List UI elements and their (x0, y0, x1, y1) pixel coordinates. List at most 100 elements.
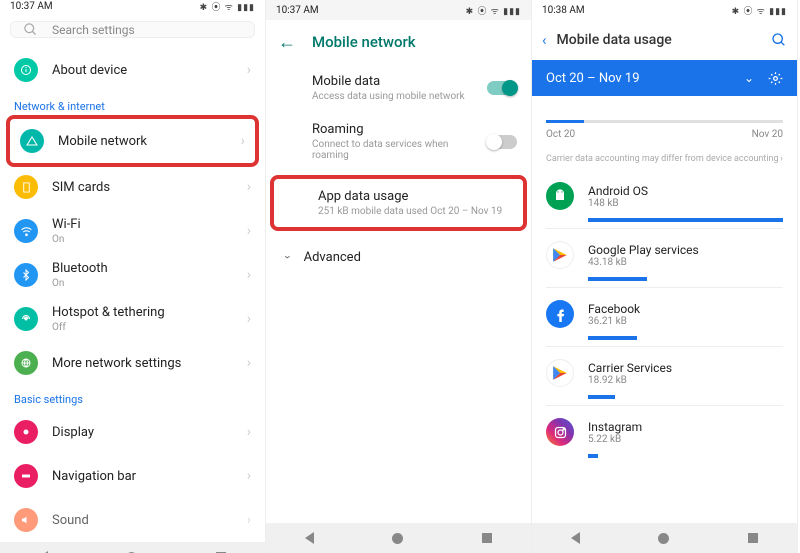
timeline-fill (546, 120, 584, 123)
app-size: 5.22 kB (588, 434, 783, 445)
navigation-bar-icon (14, 464, 38, 488)
app-name: Facebook (588, 302, 783, 316)
chevron-right-icon: › (247, 424, 251, 440)
chevron-right-icon: › (247, 468, 251, 484)
row-sim-cards[interactable]: SIM cards › (0, 165, 265, 209)
more-network-label: More network settings (52, 356, 247, 371)
app-size: 148 kB (588, 198, 783, 209)
carrier-note[interactable]: Carrier data accounting may differ from … (546, 154, 783, 164)
roaming-sub: Connect to data services when roaming (312, 139, 487, 161)
screen-settings: 10:37 AM ✱ ⦿ ᯤ ▮▮▮ Search settings About… (0, 0, 266, 553)
display-label: Display (52, 425, 247, 440)
status-bar: 10:38 AM ✱ ⦿ ᯤ ▮▮▮ (532, 0, 797, 20)
page-title: Mobile network (312, 33, 416, 51)
app-icon (546, 359, 574, 387)
wifi-icon (14, 219, 38, 243)
android-nav-bar (532, 523, 797, 553)
search-icon[interactable] (771, 32, 787, 48)
row-wifi[interactable]: Wi-Fi On › (0, 209, 265, 253)
hotspot-label: Hotspot & tethering (52, 305, 247, 320)
screen-data-usage: 10:38 AM ✱ ⦿ ᯤ ▮▮▮ ‹ Mobile data usage O… (532, 0, 798, 553)
status-time: 10:37 AM (276, 5, 319, 16)
timeline: Oct 20 Nov 20 (546, 120, 783, 140)
more-network-icon (14, 351, 38, 375)
nav-back-icon[interactable] (571, 532, 580, 544)
chevron-right-icon: › (241, 133, 245, 149)
row-mobile-network[interactable]: Mobile network › (14, 125, 251, 157)
app-size: 36.21 kB (588, 316, 783, 327)
app-icon (546, 418, 574, 446)
search-settings[interactable]: Search settings (10, 21, 255, 38)
nav-home-icon[interactable] (392, 533, 403, 544)
row-display[interactable]: Display › (0, 410, 265, 454)
nav-home-icon[interactable] (658, 533, 669, 544)
back-arrow-icon[interactable]: ← (278, 32, 296, 53)
app-bar: ‹ Mobile data usage (532, 20, 797, 60)
status-icons: ✱ ⦿ ᯤ ▮▮▮ (466, 4, 521, 17)
app-data-usage-label: App data usage (318, 189, 513, 204)
mobile-network-icon (20, 129, 44, 153)
nav-back-icon[interactable] (305, 532, 314, 544)
app-usage-row[interactable]: Facebook36.21 kB (532, 292, 797, 332)
timeline-start: Oct 20 (546, 129, 575, 140)
sound-icon (14, 508, 38, 532)
row-about-device[interactable]: About device › (0, 48, 265, 92)
chevron-right-icon: › (247, 223, 251, 239)
mobile-network-label: Mobile network (58, 134, 241, 149)
row-bluetooth[interactable]: BluetoothOn › (0, 253, 265, 297)
chevron-down-icon: › (281, 255, 295, 259)
app-usage-bar (588, 454, 783, 458)
nav-recent-icon[interactable] (482, 533, 492, 543)
status-bar: 10:37 AM ✱ ⦿ ᯤ ▮▮▮ (0, 0, 265, 13)
wifi-label: Wi-Fi (52, 217, 247, 232)
chevron-right-icon: › (247, 179, 251, 195)
divider (546, 405, 783, 406)
highlight-app-data-usage: App data usage 251 kB mobile data used O… (270, 175, 527, 231)
navigation-bar-label: Navigation bar (52, 469, 247, 484)
roaming-toggle[interactable] (487, 135, 517, 149)
app-icon (546, 241, 574, 269)
sound-label: Sound (52, 513, 247, 528)
app-usage-row[interactable]: Google Play services43.18 kB (532, 233, 797, 273)
chevron-right-icon: › (247, 512, 251, 528)
gear-icon[interactable] (768, 71, 783, 86)
mobile-data-toggle[interactable] (487, 81, 517, 95)
app-icon (546, 182, 574, 210)
status-icons: ✱ ⦿ ᯤ ▮▮▮ (200, 0, 255, 13)
row-advanced[interactable]: › Advanced (266, 235, 531, 279)
app-usage-row[interactable]: Instagram5.22 kB (532, 410, 797, 450)
row-more-network[interactable]: More network settings › (0, 341, 265, 385)
status-bar: 10:37 AM ✱ ⦿ ᯤ ▮▮▮ (266, 0, 531, 20)
app-icon (546, 300, 574, 328)
android-nav-bar (266, 523, 531, 553)
app-usage-row[interactable]: Android OS148 kB (532, 174, 797, 214)
row-sound[interactable]: Sound › (0, 498, 265, 542)
row-roaming[interactable]: Roaming Connect to data services when ro… (266, 112, 531, 171)
display-icon (14, 420, 38, 444)
row-hotspot[interactable]: Hotspot & tetheringOff › (0, 297, 265, 341)
nav-recent-icon[interactable] (748, 533, 758, 543)
sim-cards-label: SIM cards (52, 180, 247, 195)
sim-cards-icon (14, 175, 38, 199)
divider (546, 287, 783, 288)
app-usage-bar (588, 218, 783, 222)
back-chevron-icon[interactable]: ‹ (542, 31, 547, 49)
about-device-label: About device (52, 63, 247, 78)
app-name: Instagram (588, 420, 783, 434)
app-usage-row[interactable]: Carrier Services18.92 kB (532, 351, 797, 391)
status-icons: ✱ ⦿ ᯤ ▮▮▮ (732, 4, 787, 17)
row-app-data-usage[interactable]: App data usage 251 kB mobile data used O… (278, 185, 519, 221)
chevron-down-icon: ⌄ (744, 71, 754, 85)
wifi-sub: On (52, 234, 247, 245)
app-name: Google Play services (588, 243, 783, 257)
carrier-note-text: Carrier data accounting may differ from … (546, 154, 779, 164)
chevron-right-icon: › (780, 154, 783, 164)
app-size: 43.18 kB (588, 257, 783, 268)
search-icon (23, 22, 38, 37)
mobile-data-label: Mobile data (312, 74, 487, 89)
row-mobile-data[interactable]: Mobile data Access data using mobile net… (266, 64, 531, 112)
status-time: 10:38 AM (542, 5, 585, 16)
row-navigation-bar[interactable]: Navigation bar › (0, 454, 265, 498)
hotspot-sub: Off (52, 322, 247, 333)
date-range-selector[interactable]: Oct 20 – Nov 19 ⌄ (532, 60, 797, 96)
